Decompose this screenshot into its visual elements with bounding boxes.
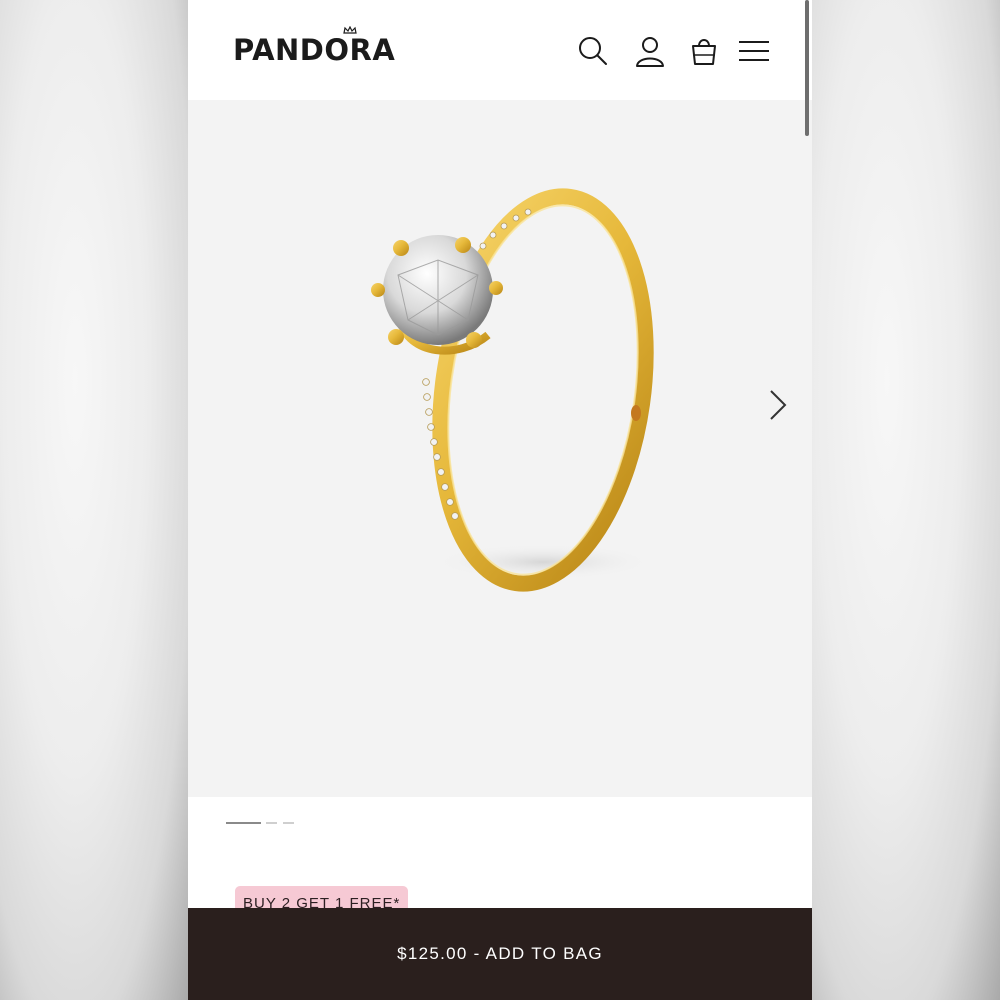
carousel-dot-3[interactable] — [283, 822, 294, 824]
scrollbar[interactable] — [805, 0, 809, 136]
background-blur-left — [0, 0, 188, 1000]
background-blur-right — [812, 0, 1000, 1000]
menu-icon[interactable] — [737, 34, 771, 68]
shopping-bag-icon[interactable] — [687, 34, 721, 68]
product-page: PANDORA BUY 2 GET 1 FREE* $125.00 - ADD … — [188, 0, 812, 1000]
logo-text: PANDORA — [233, 33, 396, 67]
add-to-bag-button[interactable]: $125.00 - ADD TO BAG — [188, 908, 812, 1000]
product-image-carousel[interactable] — [188, 100, 812, 797]
crown-icon — [343, 26, 357, 34]
pandora-logo[interactable]: PANDORA — [233, 26, 396, 67]
carousel-dot-1[interactable] — [226, 822, 261, 824]
add-to-bag-label: $125.00 - ADD TO BAG — [397, 944, 603, 963]
carousel-dot-2[interactable] — [266, 822, 277, 824]
account-icon[interactable] — [633, 34, 667, 68]
chevron-right-icon[interactable] — [766, 387, 790, 423]
site-header: PANDORA — [188, 0, 812, 100]
product-ring-image — [371, 188, 654, 592]
search-icon[interactable] — [576, 34, 610, 68]
